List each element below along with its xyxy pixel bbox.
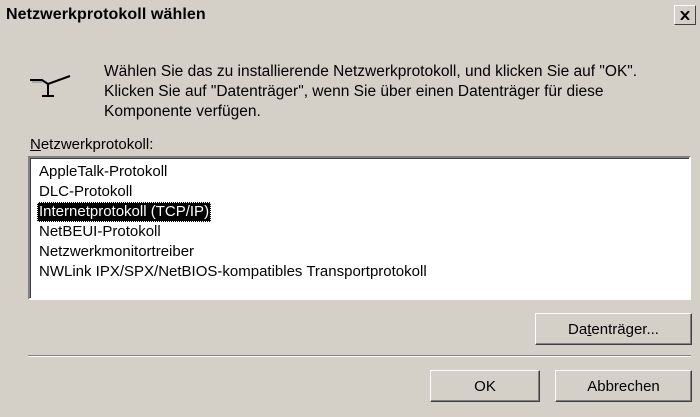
separator <box>28 355 691 357</box>
list-item-label: NetBEUI-Protokoll <box>39 223 161 240</box>
disk-button[interactable]: Da t enträger... <box>535 313 692 345</box>
cancel-button[interactable]: Abbrechen <box>555 370 692 402</box>
close-icon <box>680 10 690 20</box>
list-item[interactable]: AppleTalk-Protokoll <box>34 162 685 182</box>
dialog-title: Netzwerkprotokoll wählen <box>6 6 206 23</box>
title-bar: Netzwerkprotokoll wählen <box>0 0 700 32</box>
disk-button-label-pre: Da <box>568 320 588 338</box>
close-button[interactable] <box>674 5 696 25</box>
list-item-label: DLC-Protokoll <box>39 183 133 200</box>
list-item-selected[interactable]: Internetprotokoll (TCP/IP) <box>34 202 685 222</box>
list-label-rest: etzwerkprotokoll: <box>40 136 154 153</box>
list-item-label: Internetprotokoll (TCP/IP) <box>37 202 212 222</box>
disk-button-label-post: enträger... <box>591 320 659 338</box>
protocol-list-label: Netzwerkprotokoll: <box>30 136 153 153</box>
intro-text: Wählen Sie das zu installierende Netzwer… <box>104 63 638 120</box>
list-item[interactable]: NetBEUI-Protokoll <box>34 222 685 242</box>
list-item-label: NWLink IPX/SPX/NetBIOS-kompatibles Trans… <box>39 263 427 280</box>
list-item[interactable]: Netzwerkmonitortreiber <box>34 242 685 262</box>
network-protocol-icon <box>30 75 71 97</box>
list-item[interactable]: NWLink IPX/SPX/NetBIOS-kompatibles Trans… <box>34 262 685 282</box>
list-item-label: Netzwerkmonitortreiber <box>39 243 195 260</box>
list-label-accel: N <box>30 136 41 153</box>
list-item[interactable]: DLC-Protokoll <box>34 182 685 202</box>
ok-button[interactable]: OK <box>430 370 540 402</box>
list-item-label: AppleTalk-Protokoll <box>39 163 168 180</box>
protocol-listbox[interactable]: AppleTalk-Protokoll DLC-Protokoll Intern… <box>28 156 691 300</box>
